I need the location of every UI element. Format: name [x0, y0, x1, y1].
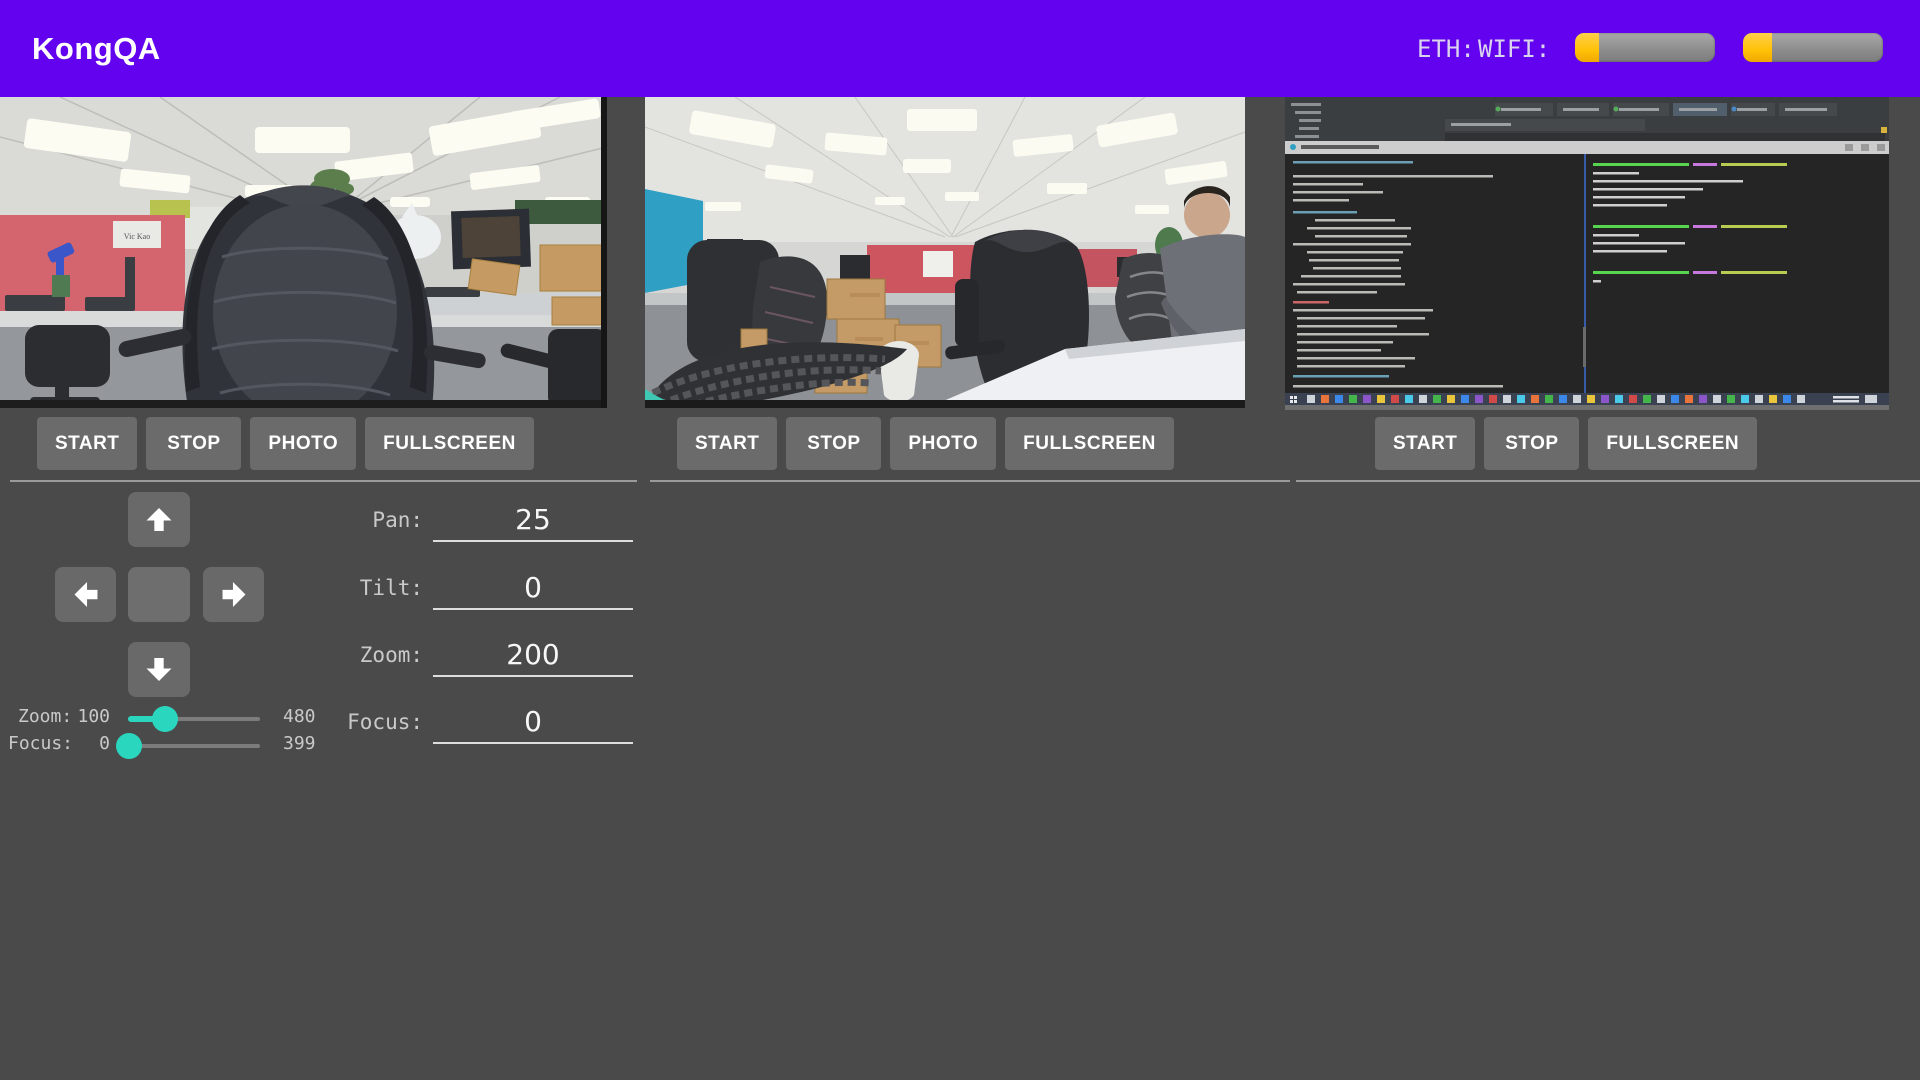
focus-field-row: Focus:: [340, 700, 640, 748]
focus-slider-track[interactable]: [128, 744, 260, 748]
pan-tilt-home-button[interactable]: [128, 567, 190, 622]
camera-1-fullscreen-button[interactable]: FULLSCREEN: [365, 417, 534, 470]
tilt-field-row: Tilt:: [340, 566, 640, 614]
eth-progress-bar: [1575, 33, 1715, 62]
focus-field-label: Focus:: [347, 710, 423, 734]
camera-3-fullscreen-button[interactable]: FULLSCREEN: [1588, 417, 1757, 470]
tilt-field-label: Tilt:: [360, 576, 423, 600]
camera-3-feed: [1285, 97, 1889, 410]
wifi-progress-bar: [1743, 33, 1883, 62]
pan-tilt-right-button[interactable]: [203, 567, 264, 622]
panel-3-divider: [1296, 480, 1920, 482]
camera-2-start-button[interactable]: START: [677, 417, 777, 470]
camera-2-fullscreen-button[interactable]: FULLSCREEN: [1005, 417, 1174, 470]
app-header: KongQA ETH: WIFI:: [0, 0, 1920, 97]
arrow-left-icon: [73, 581, 98, 609]
panel-2-divider: [650, 480, 1290, 482]
camera-1-scene: Vic Kao: [0, 97, 607, 408]
camera-1-controls: START STOP PHOTO FULLSCREEN: [37, 417, 534, 470]
camera-2-photo-button[interactable]: PHOTO: [890, 417, 996, 470]
zoom-slider-value: 100: [60, 706, 110, 727]
zoom-slider-thumb[interactable]: [152, 706, 178, 732]
camera-1-sign-text: Vic Kao: [124, 232, 150, 241]
arrow-up-icon: [145, 507, 173, 532]
focus-slider-thumb[interactable]: [116, 733, 142, 759]
camera-2-feed: [645, 97, 1245, 408]
arrow-right-icon: [221, 581, 246, 609]
app-title: KongQA: [32, 0, 161, 97]
eth-progress-fill: [1575, 33, 1599, 62]
camera-3-scene: [1285, 97, 1889, 410]
panel-1-divider: [10, 480, 637, 482]
pan-field-label: Pan:: [372, 508, 423, 532]
zoom-input[interactable]: [433, 633, 633, 677]
arrow-down-icon: [145, 657, 173, 682]
camera-1-feed: Vic Kao: [0, 97, 607, 408]
camera-2-scene: [645, 97, 1245, 408]
zoom-slider-track[interactable]: [128, 717, 260, 721]
eth-label: ETH:: [1417, 0, 1475, 97]
focus-slider-max: 399: [283, 733, 316, 754]
camera-1-start-button[interactable]: START: [37, 417, 137, 470]
camera-3-controls: START STOP FULLSCREEN: [1375, 417, 1757, 470]
camera-3-stop-button[interactable]: STOP: [1484, 417, 1579, 470]
focus-slider-value: 0: [60, 733, 110, 754]
camera-2-stop-button[interactable]: STOP: [786, 417, 881, 470]
zoom-field-row: Zoom:: [340, 633, 640, 681]
pan-tilt-up-button[interactable]: [128, 492, 190, 547]
pan-tilt-left-button[interactable]: [55, 567, 116, 622]
camera-1-photo-button[interactable]: PHOTO: [250, 417, 356, 470]
pan-field-row: Pan:: [340, 498, 640, 546]
camera-2-controls: START STOP PHOTO FULLSCREEN: [677, 417, 1174, 470]
pan-tilt-down-button[interactable]: [128, 642, 190, 697]
wifi-label: WIFI:: [1478, 0, 1550, 97]
camera-3-start-button[interactable]: START: [1375, 417, 1475, 470]
zoom-field-label: Zoom:: [360, 643, 423, 667]
tilt-input[interactable]: [433, 566, 633, 610]
pan-input[interactable]: [433, 498, 633, 542]
wifi-progress-fill: [1743, 33, 1772, 62]
focus-input[interactable]: [433, 700, 633, 744]
zoom-slider-max: 480: [283, 706, 316, 727]
camera-1-stop-button[interactable]: STOP: [146, 417, 241, 470]
